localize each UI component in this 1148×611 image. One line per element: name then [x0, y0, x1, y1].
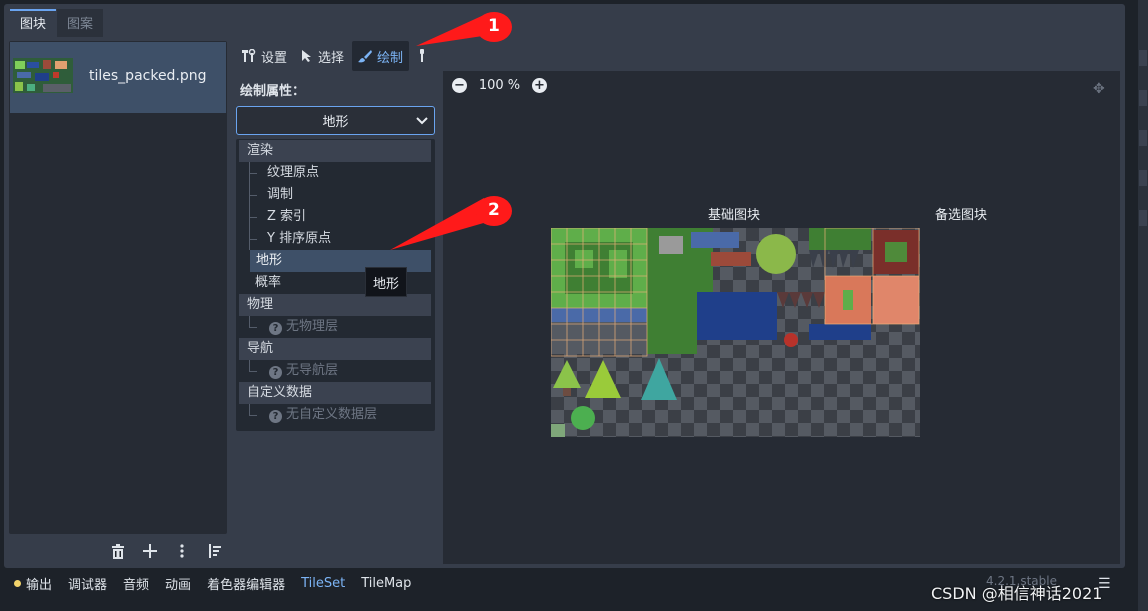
no-physics-label: 无物理层	[286, 319, 339, 334]
atlas-source-list: tiles_packed.png	[9, 41, 227, 534]
zoom-value: 100 %	[478, 78, 521, 93]
tileset-thumbnail	[13, 58, 73, 93]
mode-toolbar: 设置 选择 绘制	[236, 41, 439, 71]
tree-item-no-navigation: ? 无导航层	[239, 360, 431, 382]
list-item[interactable]: tiles_packed.png	[10, 42, 226, 113]
question-icon: ?	[269, 410, 282, 423]
dock-tab[interactable]	[1139, 50, 1147, 66]
paint-label: 绘制	[377, 50, 404, 66]
tile-atlas-graphic	[550, 227, 920, 437]
question-icon: ?	[269, 366, 282, 379]
watermark: CSDN @相信神话2021	[931, 584, 1103, 603]
editor-window: 图块 图案 tiles_packed.png 设置 选择 绘制 绘制属性： 地形…	[0, 0, 1148, 611]
tab-tilemap[interactable]: TileMap	[361, 576, 411, 591]
cursor-icon	[302, 50, 312, 62]
tree-section-render[interactable]: 渲染	[239, 140, 431, 162]
tab-tiles[interactable]: 图块	[10, 9, 57, 37]
paint-properties-label: 绘制属性：	[240, 84, 306, 99]
tab-output[interactable]: 输出	[14, 574, 52, 593]
tile-atlas[interactable]	[550, 227, 920, 437]
kebab-icon[interactable]	[172, 541, 192, 561]
tree-item-y-sort-origin[interactable]: Y 排序原点	[239, 228, 431, 250]
tools-icon	[242, 49, 256, 62]
zoom-out-icon[interactable]: −	[452, 78, 467, 93]
tree-section-custom-data[interactable]: 自定义数据	[239, 382, 431, 404]
select-label: 选择	[318, 50, 345, 66]
zoom-in-icon[interactable]: +	[532, 78, 547, 93]
base-tiles-label: 基础图块	[708, 208, 761, 223]
dock-tab[interactable]	[1139, 130, 1147, 146]
annotation-number-2: 2	[488, 200, 500, 220]
paint-property-value: 地形	[322, 115, 349, 130]
tab-debugger[interactable]: 调试器	[68, 574, 107, 593]
picker-button[interactable]	[411, 41, 437, 71]
paint-button[interactable]: 绘制	[352, 41, 410, 71]
setup-button[interactable]: 设置	[236, 41, 293, 71]
file-name: tiles_packed.png	[89, 68, 207, 84]
tree-section-physics[interactable]: 物理	[239, 294, 431, 316]
tab-tileset[interactable]: TileSet	[301, 576, 345, 591]
tab-output-label: 输出	[26, 577, 53, 593]
tab-animation[interactable]: 动画	[165, 574, 191, 593]
tooltip: 地形	[365, 267, 407, 297]
setup-label: 设置	[261, 50, 288, 66]
dock-tab[interactable]	[1139, 90, 1147, 106]
eyedropper-icon	[420, 49, 425, 62]
tree-section-navigation[interactable]: 导航	[239, 338, 431, 360]
tab-patterns[interactable]: 图案	[57, 9, 104, 37]
tree-item-no-custom-data: ? 无自定义数据层	[239, 404, 431, 426]
paint-property-select[interactable]: 地形	[236, 106, 435, 135]
dock-tab[interactable]	[1139, 170, 1147, 186]
tab-shader-editor[interactable]: 着色器编辑器	[207, 574, 285, 593]
tree-item-no-physics: ? 无物理层	[239, 316, 431, 338]
question-icon: ?	[269, 322, 282, 335]
center-view-icon[interactable]: ✥	[1093, 81, 1105, 97]
trash-icon[interactable]	[108, 541, 128, 561]
tree-item-texture-origin[interactable]: 纹理原点	[239, 162, 431, 184]
alternative-tiles-label: 备选图块	[935, 208, 988, 223]
select-button[interactable]: 选择	[295, 41, 350, 71]
top-tabs: 图块 图案	[10, 9, 104, 37]
brush-icon	[358, 50, 373, 63]
source-list-toolbar	[108, 541, 224, 561]
tree-item-modulate[interactable]: 调制	[239, 184, 431, 206]
status-dot-icon	[14, 579, 21, 587]
chevron-down-icon	[416, 117, 428, 125]
plus-icon[interactable]	[140, 541, 160, 561]
right-dock-strip	[1138, 0, 1148, 611]
tree-item-z-index[interactable]: Z 索引	[239, 206, 431, 228]
tab-audio[interactable]: 音频	[123, 574, 149, 593]
dock-tab[interactable]	[1139, 210, 1147, 226]
no-navigation-label: 无导航层	[286, 363, 339, 378]
no-custom-data-label: 无自定义数据层	[286, 407, 378, 422]
annotation-number-1: 1	[488, 16, 500, 36]
sort-icon[interactable]	[204, 541, 224, 561]
zoom-controls: − 100 % +	[452, 78, 547, 93]
